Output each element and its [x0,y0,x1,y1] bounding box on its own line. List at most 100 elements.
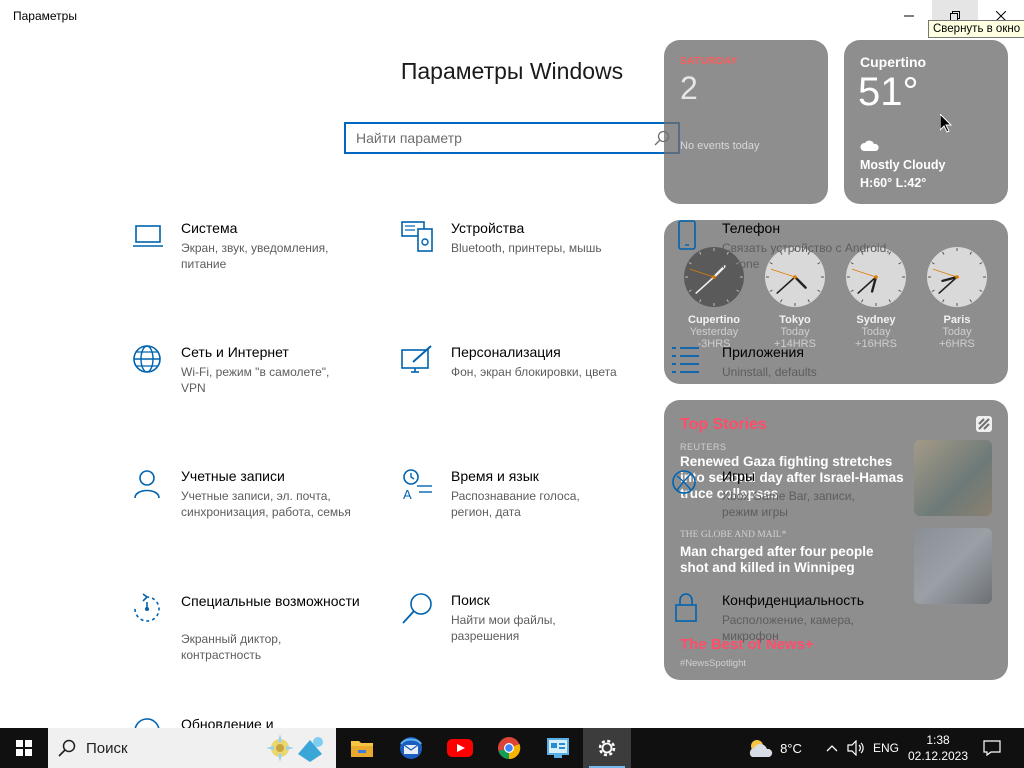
title-bar: Параметры [0,0,1024,32]
category-apps-desc: Uninstall, defaults [722,365,817,379]
calendar-events: No events today [680,140,760,152]
category-network-desc: Wi-Fi, режим "в самолете", VPN [181,365,330,395]
cloud-icon [860,140,879,151]
search-icon [58,739,76,757]
control-panel-icon [547,738,569,758]
news-logo-icon [976,416,992,432]
minimize-button[interactable] [886,0,932,32]
accessibility-icon [134,593,160,622]
taskbar-search-box[interactable]: Поиск [48,728,336,768]
paint-icon [401,345,432,373]
apps-list-icon [672,347,699,373]
category-network-title: Сеть и Интернет [181,344,289,360]
folder-icon [351,741,373,757]
news-spotlight-tag: #NewsSpotlight [680,658,747,669]
calendar-weekday: SATURDAY [680,56,738,67]
lock-icon [675,593,697,622]
taskbar-time: 1:38 [926,733,950,747]
clock-city: Cupertino [688,314,740,326]
clock-day: Today [942,326,972,338]
news-headline[interactable]: Man charged after four people shot and k… [680,544,904,576]
clock-offset: +16HRS [855,338,897,350]
news-source: REUTERS [680,442,727,452]
settings-search-box[interactable] [344,122,680,154]
taskbar: Поиск 8°C ENG 1:38 02.12.2023 [0,728,1024,768]
gear-icon [598,739,616,757]
weather-widget[interactable]: Cupertino 51° Mostly Cloudy H:60° L:42° [844,40,1008,204]
weather-tray-temp[interactable]: 8°C [776,728,806,768]
clock-city: Sydney [856,314,896,326]
taskbar-file-explorer[interactable] [338,728,386,768]
category-system-desc: Экран, звук, уведомления, питание [181,241,329,271]
category-gaming-desc: Xbox Game Bar, записи, режим игры [722,489,855,519]
weather-temp-text: 8°C [780,740,802,756]
language-indicator[interactable]: ENG [870,728,902,768]
windows-logo-icon [16,740,32,756]
language-text: ENG [872,741,899,755]
analog-clock-face [927,247,987,307]
notification-icon [983,740,1001,756]
news-thumbnail[interactable] [914,440,992,516]
action-center-button[interactable] [978,728,1006,768]
category-system-title: Система [181,220,238,236]
calendar-widget[interactable]: SATURDAY 2 No events today [664,40,828,204]
clock-city: Tokyo [779,314,811,326]
speaker-icon [847,740,864,756]
thunderbird-icon [400,737,422,759]
settings-window: Параметры Свернуть в окно Параметры Wind… [0,0,1024,768]
category-devices-desc: Bluetooth, принтеры, мышь [451,241,602,255]
category-search-title: Поиск [451,592,490,608]
category-search-desc: Найти мои файлы, разрешения [451,613,556,643]
phone-icon [678,220,696,250]
taskbar-control-panel[interactable] [534,728,582,768]
search-input[interactable] [346,124,636,152]
category-accessibility-title: Специальные возможности [181,593,360,609]
calendar-day: 2 [680,70,698,106]
chevron-up-icon [826,745,838,752]
mouse-cursor-icon [940,114,952,133]
category-accounts-title: Учетные записи [181,468,285,484]
weather-cloud-icon [749,740,773,757]
show-hidden-icons-button[interactable] [822,728,842,768]
time-language-icon: A [403,469,432,502]
taskbar-clock[interactable]: 1:38 02.12.2023 [900,732,976,764]
clock-offset: +6HRS [939,338,975,350]
category-gaming-title: Игры [722,468,756,484]
category-apps-title: Приложения [722,344,804,360]
clock-day: Today [780,326,810,338]
world-clock: Paris Today +6HRS [917,246,997,350]
taskbar-settings[interactable] [583,728,631,768]
weather-tray-button[interactable] [744,728,776,768]
youtube-icon [447,739,473,757]
globe-icon [133,345,161,373]
start-button[interactable] [0,728,48,768]
minimize-icon [904,15,914,17]
news-heading: Top Stories [680,416,767,433]
category-personalization-desc: Фон, экран блокировки, цвета [451,365,617,379]
svg-text:A: A [403,487,412,502]
weather-condition: Mostly Cloudy [860,158,946,172]
weather-high-low: H:60° L:42° [860,176,927,190]
taskbar-date: 02.12.2023 [907,749,969,763]
laptop-icon [133,225,163,247]
news-thumbnail[interactable] [914,528,992,604]
category-privacy-title: Конфиденциальность [722,592,865,608]
magnifier-icon [402,593,432,624]
volume-button[interactable] [844,728,868,768]
window-title: Параметры [13,9,77,23]
devices-icon [401,221,433,252]
taskbar-search-label: Поиск [86,739,128,757]
taskbar-youtube[interactable] [436,728,484,768]
taskbar-chrome[interactable] [485,728,533,768]
chrome-icon [498,737,521,760]
search-highlight-icon [266,734,323,762]
category-phone-title: Телефон [722,220,781,236]
category-time-language-desc: Распознавание голоса, регион, дата [451,489,580,519]
clock-day: Yesterday [689,326,739,338]
taskbar-thunderbird[interactable] [387,728,435,768]
xbox-icon [672,470,696,494]
weather-temperature: 51° [858,70,919,114]
category-phone-desc: Связать устройство с Android, iPhone [722,241,890,271]
weather-city: Cupertino [860,54,927,70]
person-icon [134,470,160,499]
